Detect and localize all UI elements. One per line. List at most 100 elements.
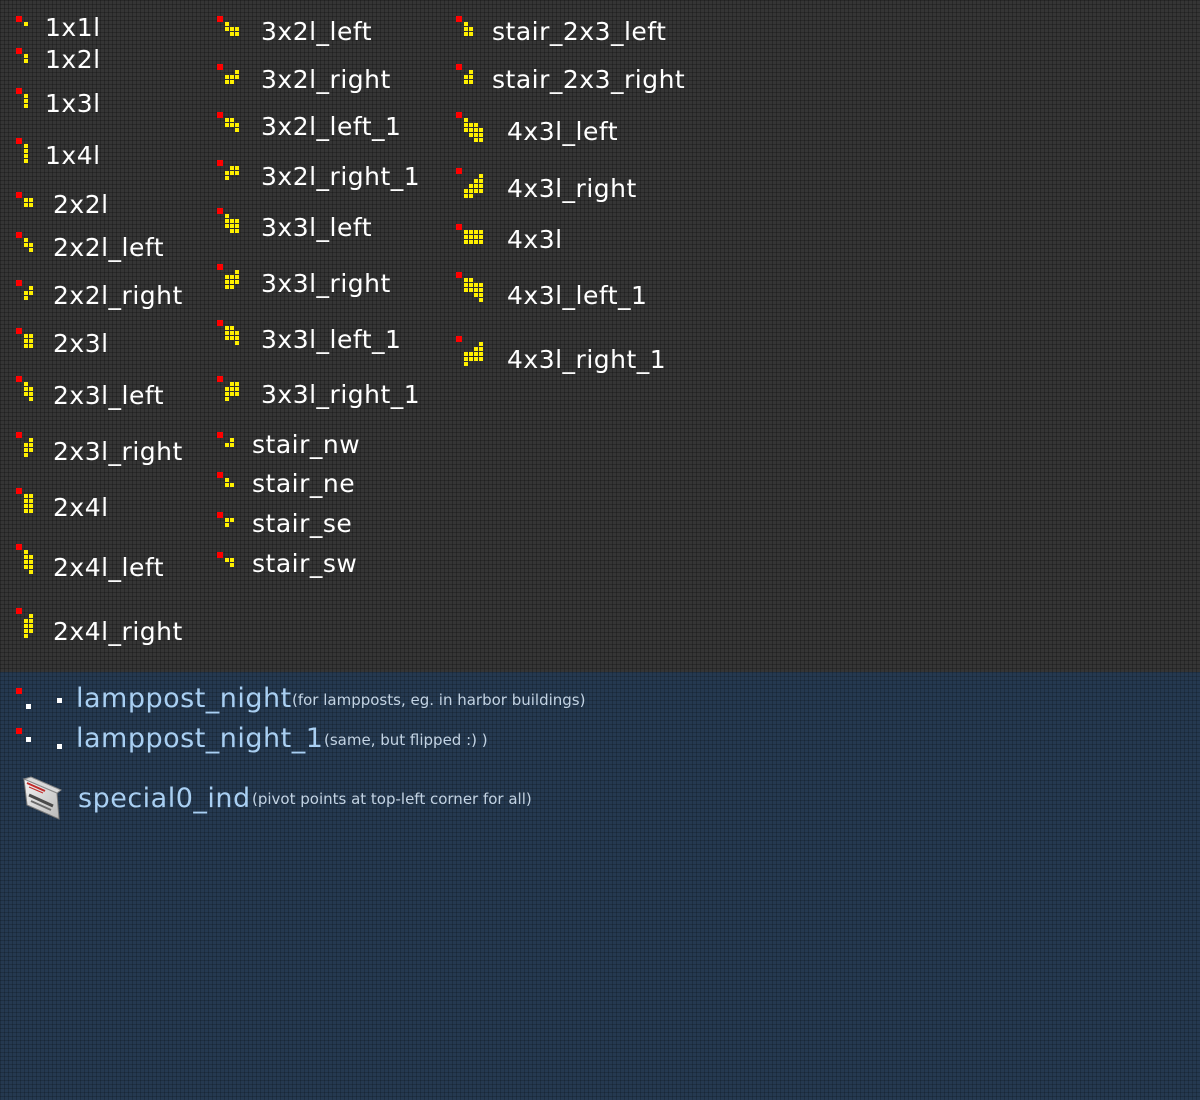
special-indicator-icon xyxy=(22,776,62,820)
tile-label: 2x3l xyxy=(53,329,109,358)
tile-label: 3x3l_left xyxy=(261,213,373,242)
tile-cell xyxy=(479,298,483,302)
tile-cell xyxy=(225,331,229,335)
tile-cell xyxy=(464,362,468,366)
pivot-marker xyxy=(456,168,462,174)
tile-cell xyxy=(469,184,473,188)
pivot-marker xyxy=(16,376,22,382)
tile-cell xyxy=(29,555,33,559)
pivot-marker xyxy=(16,138,22,144)
tile-cell xyxy=(24,494,28,498)
tile-cell xyxy=(474,352,478,356)
tile-cell xyxy=(479,179,483,183)
tile-cell xyxy=(29,286,33,290)
tile-label: 3x2l_left xyxy=(261,17,373,46)
tile-cell xyxy=(24,154,28,158)
tile-cell xyxy=(24,159,28,163)
tile-label: stair_ne xyxy=(252,469,356,498)
tile-cell xyxy=(29,397,33,401)
tile-cell xyxy=(29,248,33,252)
tile-label: 3x2l_right_1 xyxy=(261,162,421,191)
tile-cell xyxy=(24,499,28,503)
tile-cell xyxy=(225,336,229,340)
tile-cell xyxy=(235,270,239,274)
tile-cell xyxy=(479,240,483,244)
tile-cell xyxy=(24,565,28,569)
tile-cell xyxy=(235,219,239,223)
tile-cell xyxy=(225,219,229,223)
tile-cell xyxy=(29,494,33,498)
special-label: lamppost_night_1 xyxy=(76,723,324,754)
tile-cell xyxy=(464,75,468,79)
tile-label: 3x3l_left_1 xyxy=(261,325,402,354)
tile-cell xyxy=(474,240,478,244)
tile-cell xyxy=(225,392,229,396)
pivot-marker xyxy=(16,16,22,22)
tile-cell xyxy=(225,214,229,218)
tile-cell xyxy=(474,347,478,351)
tile-cell xyxy=(474,230,478,234)
tile-cell xyxy=(464,283,468,287)
tile-cell xyxy=(469,70,473,74)
tile-cell xyxy=(469,357,473,361)
tile-cell xyxy=(29,438,33,442)
tile-cell xyxy=(469,32,473,36)
tile-cell xyxy=(230,123,234,127)
tile-cell xyxy=(230,387,234,391)
tile-cell xyxy=(24,443,28,447)
tile-label: 4x3l_right_1 xyxy=(507,345,667,374)
tile-label: 2x3l_right xyxy=(53,437,183,466)
tile-cell xyxy=(230,75,234,79)
tile-label: stair_nw xyxy=(252,430,361,459)
tile-label: 4x3l xyxy=(507,225,563,254)
tile-cell xyxy=(29,509,33,513)
tile-cell xyxy=(474,179,478,183)
special-note: (for lampposts, eg. in harbor buildings) xyxy=(292,691,586,709)
tile-cell xyxy=(225,518,229,522)
tile-cell xyxy=(469,352,473,356)
lamppost-night-flipped-icon xyxy=(16,728,62,749)
pivot-marker xyxy=(217,264,223,270)
tile-cell xyxy=(225,224,229,228)
tile-cell xyxy=(29,624,33,628)
tile-cell xyxy=(230,518,234,522)
special-note: (pivot points at top-left corner for all… xyxy=(252,790,532,808)
tile-cell xyxy=(29,443,33,447)
tile-cell xyxy=(479,133,483,137)
tile-legend-panel: 1x1l 1x2l 1x3l 1x4l 2x2l 2x2l_left 2x2l_right 2… xyxy=(0,0,1200,672)
tile-cell xyxy=(225,75,229,79)
tile-cell xyxy=(479,347,483,351)
pivot-marker xyxy=(16,280,22,286)
tile-cell xyxy=(24,94,28,98)
tile-cell xyxy=(29,504,33,508)
pivot-marker xyxy=(16,48,22,54)
tile-cell xyxy=(29,570,33,574)
tile-cell xyxy=(474,128,478,132)
tile-cell xyxy=(29,619,33,623)
pivot-marker xyxy=(16,608,22,614)
tile-cell xyxy=(469,235,473,239)
tile-cell xyxy=(225,176,229,180)
tile-cell xyxy=(464,189,468,193)
tile-label: 3x2l_right xyxy=(261,65,391,94)
tile-cell xyxy=(469,278,473,282)
tile-cell xyxy=(24,509,28,513)
tile-cell xyxy=(230,558,234,562)
tile-cell xyxy=(230,483,234,487)
tile-label: stair_2x3_left xyxy=(492,17,667,46)
tile-cell xyxy=(230,280,234,284)
tile-cell xyxy=(479,288,483,292)
tile-cell xyxy=(24,104,28,108)
tile-cell xyxy=(29,339,33,343)
tile-label: stair_2x3_right xyxy=(492,65,686,94)
tile-cell xyxy=(230,275,234,279)
tile-label: 3x3l_right xyxy=(261,269,391,298)
pivot-marker xyxy=(456,224,462,230)
tile-label: 2x3l_left xyxy=(53,381,165,410)
tile-cell xyxy=(469,240,473,244)
pivot-marker xyxy=(217,64,223,70)
tile-cell xyxy=(474,184,478,188)
tile-cell xyxy=(29,334,33,338)
tile-cell xyxy=(469,288,473,292)
pivot-marker xyxy=(217,160,223,166)
